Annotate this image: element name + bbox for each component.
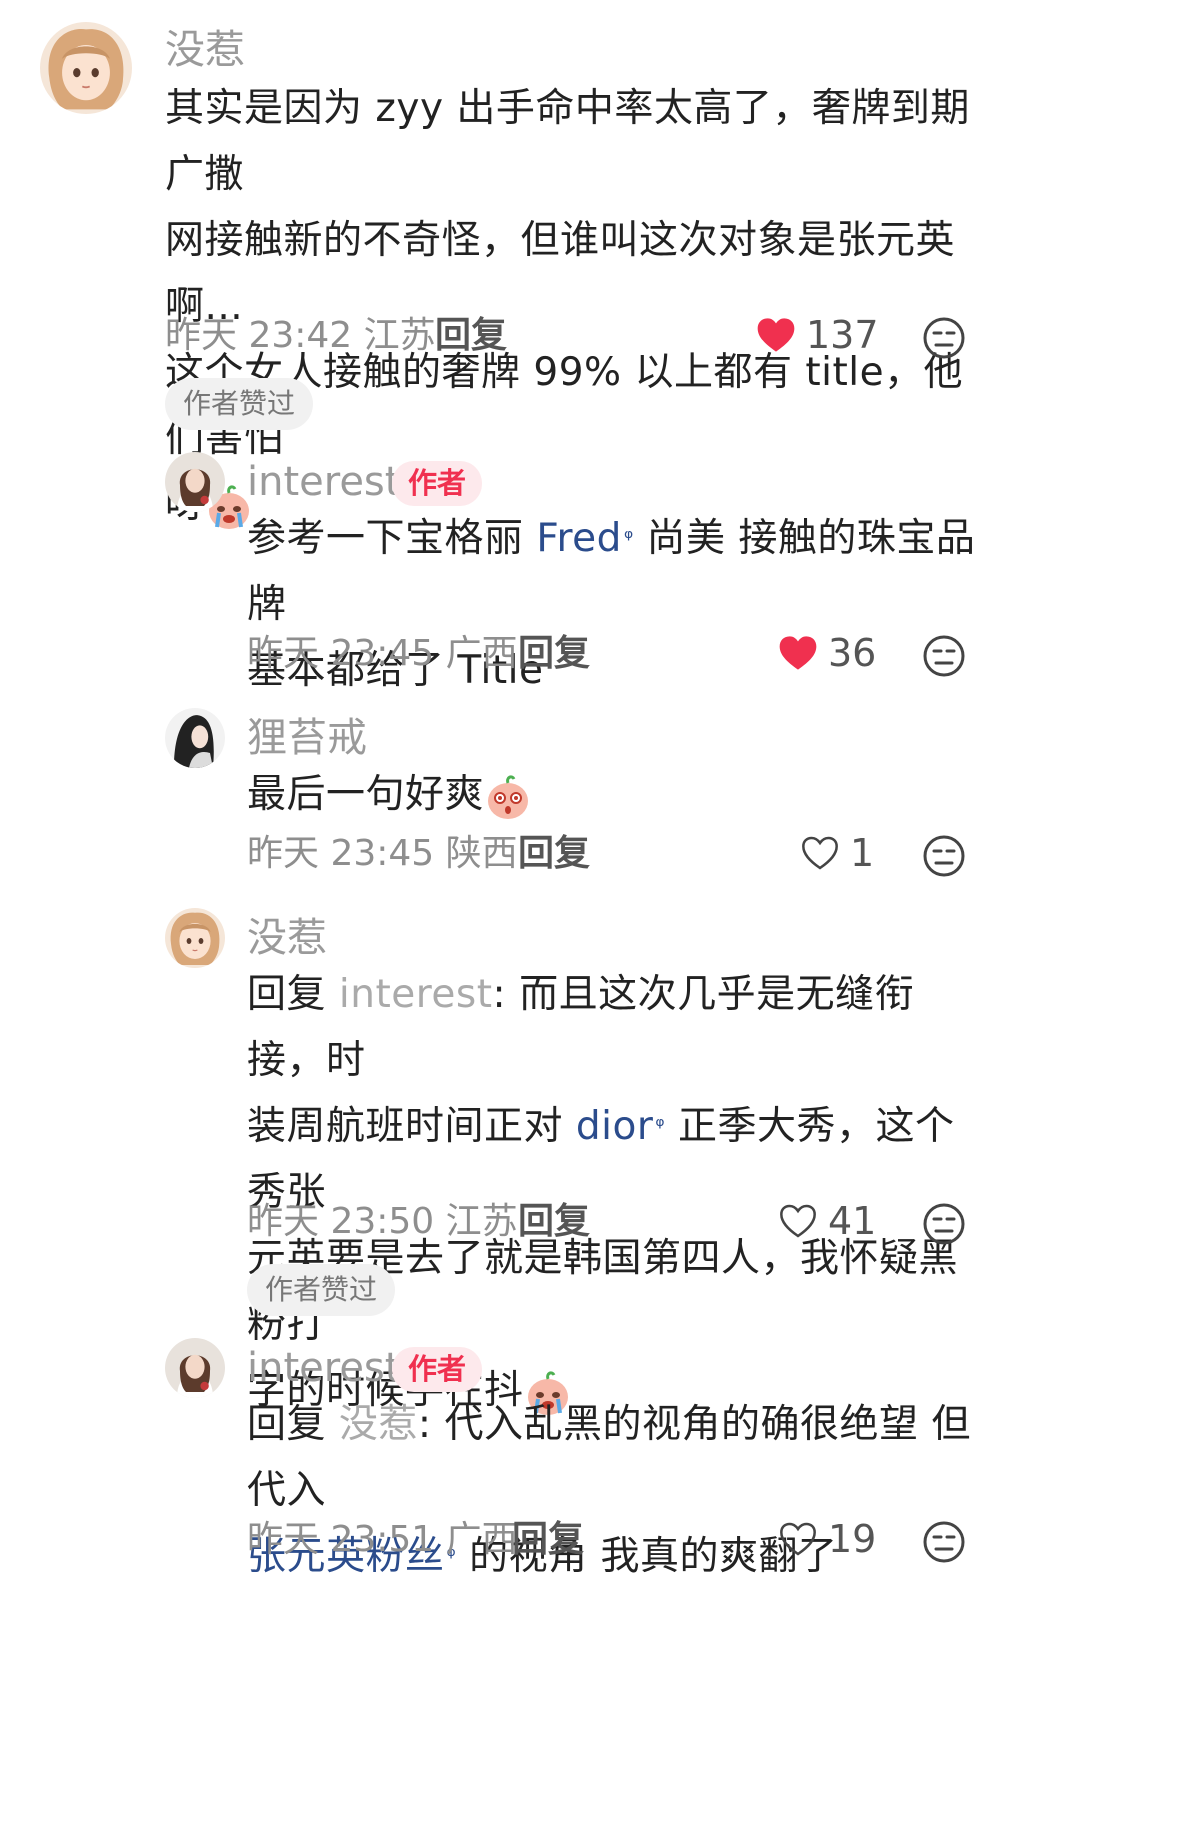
comment-text-line: 其实是因为 zyy 出手命中率太高了，奢牌到期广撒 bbox=[165, 86, 970, 197]
avatar-image bbox=[40, 22, 132, 114]
author-liked-badge: 作者赞过 bbox=[247, 1264, 396, 1316]
like-count: 19 bbox=[828, 1517, 877, 1561]
search-small-icon: ᵠ bbox=[623, 526, 634, 551]
heart-outline-icon bbox=[778, 1202, 818, 1240]
heart-filled-icon bbox=[756, 316, 796, 354]
like-button[interactable]: 137 bbox=[756, 316, 879, 354]
comment-author-name[interactable]: interest bbox=[247, 1348, 400, 1388]
avatar[interactable] bbox=[40, 22, 132, 114]
comment-author-name[interactable]: 没惹 bbox=[247, 918, 327, 958]
dislike-face-icon[interactable] bbox=[922, 1520, 966, 1564]
like-button[interactable]: 41 bbox=[778, 1202, 876, 1240]
comment-text: 最后一句好爽 bbox=[247, 762, 977, 828]
author-liked-badge: 作者赞过 bbox=[165, 378, 314, 430]
comment-timestamp-location: 昨天 23:50 江苏 bbox=[247, 1201, 518, 1242]
mention-link[interactable]: 没惹 bbox=[339, 1402, 418, 1447]
like-count: 41 bbox=[828, 1199, 877, 1243]
dislike-face-icon[interactable] bbox=[922, 316, 966, 360]
comment-timestamp-location: 昨天 23:51 广西 bbox=[247, 1519, 518, 1560]
search-link[interactable]: diorᵠ bbox=[576, 1104, 665, 1149]
avatar-image bbox=[165, 452, 225, 512]
dislike-face-icon[interactable] bbox=[922, 1202, 966, 1246]
reply-button[interactable]: 回复 bbox=[435, 318, 507, 354]
heart-outline-icon bbox=[778, 1520, 818, 1558]
shocked-emoji-icon bbox=[484, 773, 532, 821]
mention-link[interactable]: interest bbox=[339, 972, 493, 1017]
reply-button[interactable]: 回复 bbox=[512, 1522, 584, 1558]
reply-button[interactable]: 回复 bbox=[518, 636, 590, 672]
like-count: 36 bbox=[828, 631, 877, 675]
author-tag-badge: 作者 bbox=[392, 461, 483, 506]
avatar[interactable] bbox=[165, 452, 225, 512]
like-count: 137 bbox=[806, 313, 879, 357]
avatar-image bbox=[165, 1338, 225, 1398]
avatar[interactable] bbox=[165, 708, 225, 768]
avatar-image bbox=[165, 708, 225, 768]
search-small-icon: ᵠ bbox=[655, 1114, 666, 1139]
heart-outline-icon bbox=[800, 834, 840, 872]
avatar[interactable] bbox=[165, 1338, 225, 1398]
dislike-face-icon[interactable] bbox=[922, 834, 966, 878]
avatar[interactable] bbox=[165, 908, 225, 968]
comment-timestamp-location: 昨天 23:45 广西 bbox=[247, 633, 518, 674]
like-button[interactable]: 36 bbox=[778, 634, 876, 672]
comment-timestamp-location: 昨天 23:42 江苏 bbox=[165, 315, 436, 356]
comment-author-name[interactable]: 狸苔戒 bbox=[247, 718, 367, 758]
author-tag-badge: 作者 bbox=[392, 1347, 483, 1392]
search-link[interactable]: Fredᵠ bbox=[536, 516, 633, 561]
heart-filled-icon bbox=[778, 634, 818, 672]
avatar-image bbox=[165, 908, 225, 968]
reply-button[interactable]: 回复 bbox=[518, 1204, 590, 1240]
dislike-face-icon[interactable] bbox=[922, 634, 966, 678]
reply-button[interactable]: 回复 bbox=[518, 836, 590, 872]
comment-timestamp-location: 昨天 23:45 陕西 bbox=[247, 833, 518, 874]
like-button[interactable]: 19 bbox=[778, 1520, 876, 1558]
like-count: 1 bbox=[850, 831, 875, 875]
comment-author-name[interactable]: interest bbox=[247, 462, 400, 502]
comment-text-line: 最后一句好爽 bbox=[247, 772, 485, 817]
like-button[interactable]: 1 bbox=[800, 834, 874, 872]
comment-author-name[interactable]: 没惹 bbox=[165, 30, 245, 70]
